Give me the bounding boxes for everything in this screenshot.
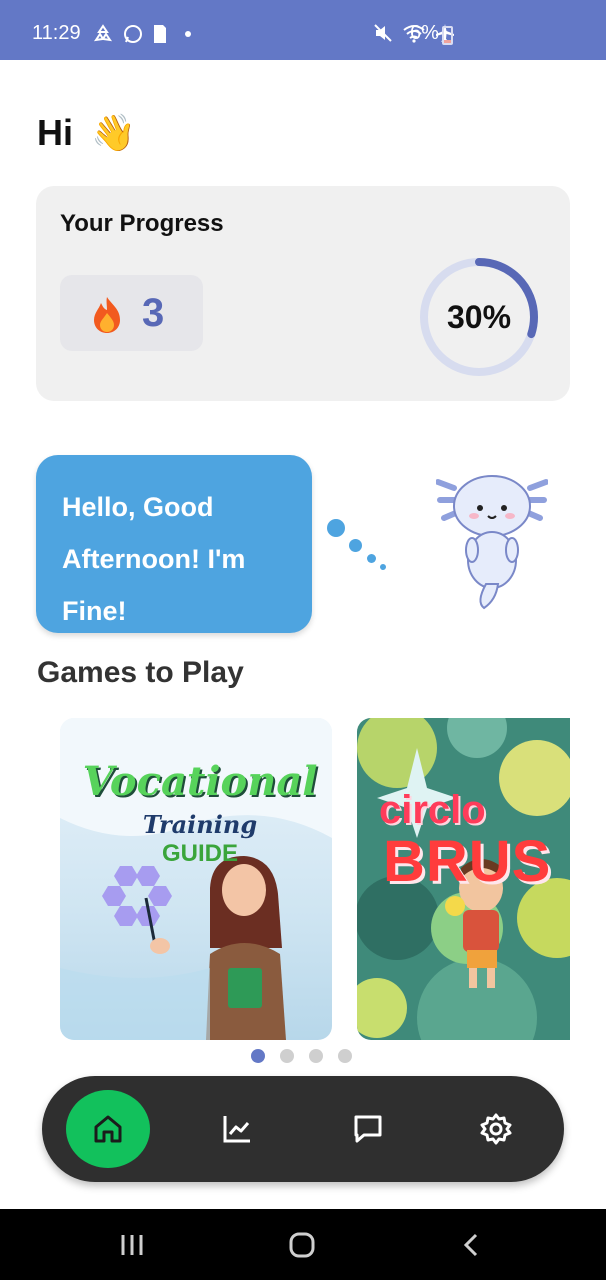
home-circle-icon — [289, 1232, 315, 1257]
bottom-nav-bar — [42, 1076, 564, 1182]
notification-icons — [92, 23, 192, 45]
pagination-dot[interactable] — [338, 1049, 352, 1063]
mascot-speech-bubble: Hello, Good Afternoon! I'm Fine! — [36, 455, 312, 633]
nav-home-button[interactable] — [66, 1090, 150, 1168]
home-icon — [94, 1115, 122, 1143]
game-card-label: GUIDE — [161, 840, 238, 867]
status-time: 11:29 — [32, 22, 81, 44]
home-system-button[interactable] — [262, 1209, 342, 1280]
battery-percent: 6% — [410, 22, 439, 44]
nav-progress-button[interactable] — [197, 1090, 277, 1168]
mascot-message: Hello, Good Afternoon! I'm Fine! — [62, 492, 246, 626]
thought-bubble-dot — [349, 539, 362, 552]
recycle-icon — [93, 24, 113, 42]
axolotl-mascot — [436, 475, 548, 610]
nav-chat-button[interactable] — [328, 1090, 408, 1168]
recent-apps-button[interactable] — [92, 1209, 172, 1280]
game-card-title: circlo — [379, 788, 486, 832]
greeting: Hi 👋 — [37, 112, 136, 154]
waving-hand-icon: 👋 — [91, 112, 136, 153]
game-card-subtitle: BRUS — [383, 829, 552, 894]
game-card-title: Vocational — [82, 758, 318, 805]
sd-card-icon — [154, 25, 166, 43]
carousel-pagination[interactable] — [251, 1049, 352, 1063]
streak-count: 3 — [142, 291, 165, 335]
games-section-title: Games to Play — [37, 656, 244, 689]
game-card-circlo-brush[interactable]: circlo BRUS — [357, 718, 570, 1040]
status-bar: 11:29 6% — [0, 0, 606, 60]
greeting-text: Hi — [37, 112, 73, 153]
chat-icon — [354, 1115, 382, 1143]
progress-percent: 30% — [446, 298, 512, 335]
progress-title: Your Progress — [60, 210, 224, 237]
streak-badge: 3 — [60, 275, 203, 351]
dot-icon — [185, 31, 191, 37]
games-carousel[interactable]: Vocational Training GUIDE circlo BRUS — [60, 718, 570, 1040]
chart-icon — [223, 1116, 250, 1143]
battery-icon — [442, 26, 453, 45]
flame-icon — [94, 297, 120, 333]
nav-settings-button[interactable] — [456, 1090, 536, 1168]
pagination-dot[interactable] — [309, 1049, 323, 1063]
whatsapp-icon — [124, 25, 142, 43]
thought-bubble-dot — [380, 564, 386, 570]
system-nav-bar — [0, 1209, 606, 1280]
thought-bubble-dot — [367, 554, 376, 563]
thought-bubble-dot — [327, 519, 345, 537]
gear-icon — [480, 1113, 512, 1145]
back-button[interactable] — [432, 1209, 512, 1280]
progress-card: Your Progress 3 30% — [36, 186, 570, 401]
back-icon — [463, 1233, 478, 1256]
game-card-subtitle: Training — [142, 810, 258, 839]
game-card-vocational-training[interactable]: Vocational Training GUIDE — [60, 718, 332, 1040]
pagination-dot[interactable] — [280, 1049, 294, 1063]
mute-icon — [374, 24, 392, 42]
recent-apps-icon — [121, 1234, 143, 1255]
pagination-dot[interactable] — [251, 1049, 265, 1063]
